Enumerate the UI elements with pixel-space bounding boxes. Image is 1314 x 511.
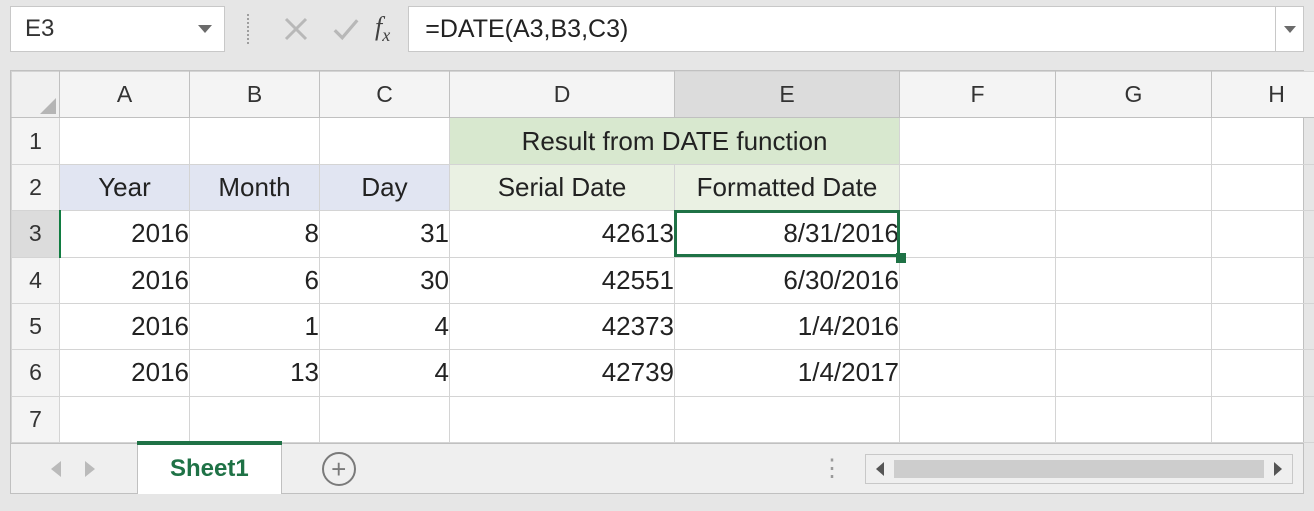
header-D[interactable]: Serial Date xyxy=(450,164,675,210)
cell-E6[interactable]: 1/4/2017 xyxy=(675,350,900,396)
cell-A1[interactable] xyxy=(60,118,190,164)
cell-G6[interactable] xyxy=(1056,350,1212,396)
formula-text: =DATE(A3,B3,C3) xyxy=(425,15,628,44)
name-box-dropdown-icon[interactable] xyxy=(198,25,212,33)
cell-E7[interactable] xyxy=(675,396,900,442)
column-header-E[interactable]: E xyxy=(675,72,900,118)
cell-B4[interactable]: 6 xyxy=(190,257,320,303)
cell-H3[interactable] xyxy=(1212,211,1314,257)
row-header-2[interactable]: 2 xyxy=(12,164,60,210)
scroll-right-button[interactable] xyxy=(1264,455,1292,483)
cell-C7[interactable] xyxy=(320,396,450,442)
spreadsheet-grid[interactable]: ABCDEFGH 1 Result from DATE function 2YearM… xyxy=(11,71,1314,443)
horizontal-scrollbar[interactable] xyxy=(865,454,1293,484)
cell-C4[interactable]: 30 xyxy=(320,257,450,303)
hscroll-track[interactable] xyxy=(894,460,1264,478)
cell-A5[interactable]: 2016 xyxy=(60,303,190,349)
header-A[interactable]: Year xyxy=(60,164,190,210)
chevron-down-icon xyxy=(1284,26,1296,33)
cell-F4[interactable] xyxy=(900,257,1056,303)
cell-B5[interactable]: 1 xyxy=(190,303,320,349)
merged-title-cell[interactable]: Result from DATE function xyxy=(450,118,900,164)
cell-H7[interactable] xyxy=(1212,396,1314,442)
cell-A4[interactable]: 2016 xyxy=(60,257,190,303)
cell-B3[interactable]: 8 xyxy=(190,211,320,257)
cell-F2[interactable] xyxy=(900,164,1056,210)
cell-G3[interactable] xyxy=(1056,211,1212,257)
row-header-7[interactable]: 7 xyxy=(12,396,60,442)
cell-C5[interactable]: 4 xyxy=(320,303,450,349)
cell-D5[interactable]: 42373 xyxy=(450,303,675,349)
cell-D3[interactable]: 42613 xyxy=(450,211,675,257)
cell-A3[interactable]: 2016 xyxy=(60,211,190,257)
row-header-1[interactable]: 1 xyxy=(12,118,60,164)
cell-H4[interactable] xyxy=(1212,257,1314,303)
tab-strip-divider: ⋮ xyxy=(820,454,847,483)
header-C[interactable]: Day xyxy=(320,164,450,210)
cell-G7[interactable] xyxy=(1056,396,1212,442)
cell-H5[interactable] xyxy=(1212,303,1314,349)
cell-A6[interactable]: 2016 xyxy=(60,350,190,396)
cell-D6[interactable]: 42739 xyxy=(450,350,675,396)
select-all-corner[interactable] xyxy=(12,72,60,118)
cell-G2[interactable] xyxy=(1056,164,1212,210)
column-header-A[interactable]: A xyxy=(60,72,190,118)
cell-B7[interactable] xyxy=(190,396,320,442)
check-icon xyxy=(331,14,361,44)
sheet-tab[interactable]: Sheet1 xyxy=(137,444,282,494)
cell-G4[interactable] xyxy=(1056,257,1212,303)
column-header-D[interactable]: D xyxy=(450,72,675,118)
row-header-3[interactable]: 3 xyxy=(12,211,60,257)
row-header-6[interactable]: 6 xyxy=(12,350,60,396)
scroll-left-button[interactable] xyxy=(866,455,894,483)
header-E[interactable]: Formatted Date xyxy=(675,164,900,210)
cell-F5[interactable] xyxy=(900,303,1056,349)
cancel-button[interactable] xyxy=(271,7,321,51)
add-sheet-button[interactable]: + xyxy=(322,452,356,486)
cell-E5[interactable]: 1/4/2016 xyxy=(675,303,900,349)
enter-button[interactable] xyxy=(321,7,371,51)
row-header-5[interactable]: 5 xyxy=(12,303,60,349)
plus-icon: + xyxy=(331,456,346,482)
cell-D7[interactable] xyxy=(450,396,675,442)
cell-C3[interactable]: 31 xyxy=(320,211,450,257)
insert-function-button[interactable]: fx xyxy=(375,12,390,46)
cell-E4[interactable]: 6/30/2016 xyxy=(675,257,900,303)
cell-F6[interactable] xyxy=(900,350,1056,396)
formula-bar-input[interactable]: =DATE(A3,B3,C3) xyxy=(408,6,1276,52)
name-box-text: E3 xyxy=(25,15,54,43)
cell-C6[interactable]: 4 xyxy=(320,350,450,396)
cell-F7[interactable] xyxy=(900,396,1056,442)
column-header-B[interactable]: B xyxy=(190,72,320,118)
cell-H6[interactable] xyxy=(1212,350,1314,396)
cell-F1[interactable] xyxy=(900,118,1056,164)
column-header-F[interactable]: F xyxy=(900,72,1056,118)
expand-formula-bar-button[interactable] xyxy=(1276,6,1304,52)
column-header-C[interactable]: C xyxy=(320,72,450,118)
cell-E3[interactable]: 8/31/2016 xyxy=(675,211,900,257)
row-header-4[interactable]: 4 xyxy=(12,257,60,303)
sheet-nav-next[interactable] xyxy=(85,461,95,477)
cell-G5[interactable] xyxy=(1056,303,1212,349)
cell-A7[interactable] xyxy=(60,396,190,442)
column-header-H[interactable]: H xyxy=(1212,72,1314,118)
cell-C1[interactable] xyxy=(320,118,450,164)
sheet-tab-label: Sheet1 xyxy=(170,455,249,483)
formula-bar-separator xyxy=(247,14,249,44)
cell-H2[interactable] xyxy=(1212,164,1314,210)
cell-B1[interactable] xyxy=(190,118,320,164)
cell-H1[interactable] xyxy=(1212,118,1314,164)
sheet-nav-prev[interactable] xyxy=(51,461,61,477)
triangle-left-icon xyxy=(876,462,884,476)
cell-F3[interactable] xyxy=(900,211,1056,257)
cancel-icon xyxy=(281,14,311,44)
triangle-right-icon xyxy=(1274,462,1282,476)
header-B[interactable]: Month xyxy=(190,164,320,210)
cell-D4[interactable]: 42551 xyxy=(450,257,675,303)
cell-B6[interactable]: 13 xyxy=(190,350,320,396)
name-box[interactable]: E3 xyxy=(10,6,225,52)
column-header-G[interactable]: G xyxy=(1056,72,1212,118)
hscroll-thumb[interactable] xyxy=(894,460,1264,478)
cell-G1[interactable] xyxy=(1056,118,1212,164)
